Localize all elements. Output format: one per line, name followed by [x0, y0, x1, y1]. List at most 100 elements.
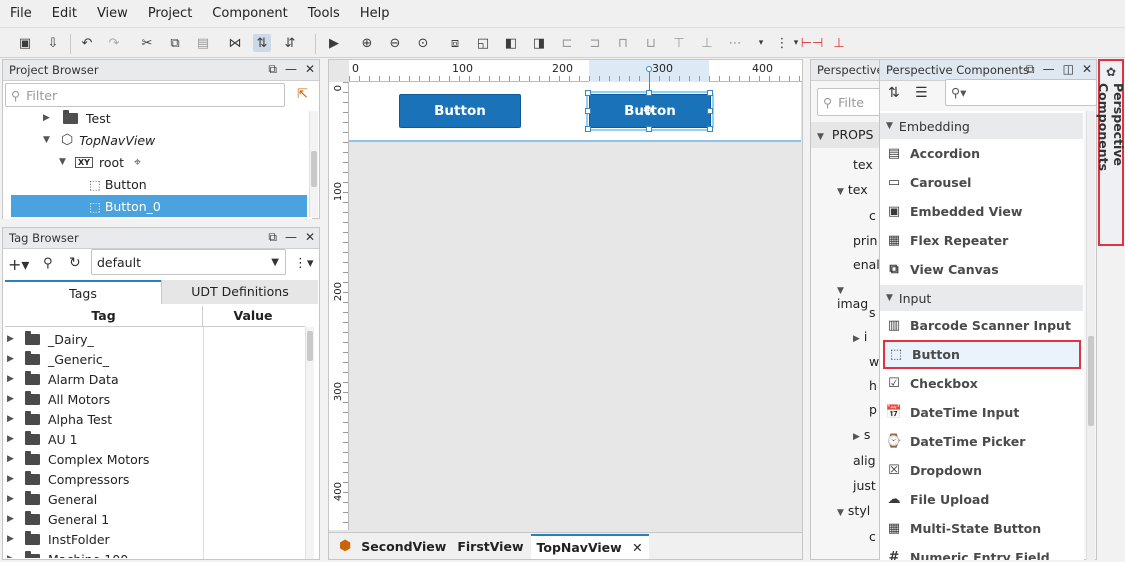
tree-node-button[interactable]: ⬚ Button — [89, 173, 147, 195]
resize-handle[interactable] — [707, 126, 713, 132]
zoom-fit-icon[interactable]: ⊙ — [414, 34, 432, 52]
group-icon[interactable]: ⧈ — [446, 34, 464, 52]
prop-row[interactable]: ▼ tex — [837, 182, 868, 197]
canvas-button[interactable]: Button — [399, 94, 521, 128]
prop-row[interactable]: tex — [853, 157, 873, 172]
undo-icon[interactable]: ↶ — [78, 34, 96, 52]
tree-node-button0-selected[interactable]: ⬚ Button_0 — [11, 195, 307, 217]
close-icon[interactable]: ✕ — [1082, 62, 1092, 77]
tag-row[interactable]: ▶ Complex Motors — [7, 448, 149, 470]
float-icon[interactable]: ⧉ — [268, 230, 277, 245]
chevron-right-icon[interactable]: ▶ — [7, 554, 19, 558]
float-icon[interactable]: ⧉ — [1026, 62, 1035, 77]
ungroup-icon[interactable]: ◱ — [474, 34, 492, 52]
resize-handle[interactable] — [707, 90, 713, 96]
scrollbar[interactable] — [309, 111, 318, 217]
zoom-out-icon[interactable]: ⊖ — [386, 34, 404, 52]
align-right-icon[interactable]: ⊓ — [614, 34, 632, 52]
category-embedding[interactable]: ▼ Embedding — [880, 113, 1083, 139]
cut-icon[interactable]: ✂ — [138, 34, 156, 52]
bring-front-icon[interactable]: ◧ — [502, 34, 520, 52]
zoom-in-icon[interactable]: ⊕ — [358, 34, 376, 52]
resize-handle[interactable] — [585, 90, 591, 96]
scrollbar-thumb[interactable] — [311, 151, 317, 187]
tag-row[interactable]: ▶ _Generic_ — [7, 348, 109, 370]
resize-handle[interactable] — [707, 108, 713, 114]
property-filter-input[interactable]: ⚲ Filte — [817, 88, 887, 116]
component-item-carousel[interactable]: ▭ Carousel — [883, 168, 1081, 197]
component-item-file-upload[interactable]: ☁ File Upload — [883, 485, 1081, 514]
tab-firstview[interactable]: FirstView — [457, 539, 523, 554]
scrollbar-thumb[interactable] — [1088, 336, 1094, 426]
close-icon[interactable]: ✕ — [305, 62, 315, 77]
scrollbar-thumb[interactable] — [307, 331, 313, 361]
category-input[interactable]: ▼ Input — [880, 285, 1083, 311]
prop-row[interactable]: ▶ s — [853, 427, 870, 442]
column-value[interactable]: Value — [203, 306, 303, 326]
prop-row[interactable]: just — [853, 478, 876, 493]
tree-node-root[interactable]: ▼ XY root ⌖ — [59, 151, 141, 173]
distribute-icon[interactable]: ⇅ — [253, 34, 271, 52]
tag-row[interactable]: ▶ Alpha Test — [7, 408, 112, 430]
prop-row[interactable]: w — [869, 354, 879, 369]
height-icon[interactable]: ⊥ — [830, 34, 848, 52]
menu-view[interactable]: View — [87, 6, 138, 21]
tag-row[interactable]: ▶ Machine 100 — [7, 548, 128, 558]
paste-icon[interactable]: ▤ — [194, 34, 212, 52]
save-icon[interactable]: ▣ — [16, 34, 34, 52]
tab-tags[interactable]: Tags — [5, 280, 161, 304]
more-icon[interactable]: ⋮▾ — [294, 256, 314, 271]
tag-row[interactable]: ▶ InstFolder — [7, 528, 110, 550]
target-icon[interactable]: ⌖ — [134, 154, 141, 170]
chevron-right-icon[interactable]: ▶ — [7, 534, 19, 544]
chevron-right-icon[interactable]: ▶ — [7, 514, 19, 524]
component-item-checkbox[interactable]: ☑ Checkbox — [883, 369, 1081, 398]
align-icon[interactable]: ⋈ — [226, 34, 244, 52]
minimize-icon[interactable]: — — [1043, 62, 1055, 77]
menu-project[interactable]: Project — [138, 6, 202, 21]
refresh-icon[interactable]: ↻ — [69, 255, 81, 271]
prop-row[interactable]: ▼ styl — [837, 503, 870, 518]
width-icon[interactable]: ⊢⊣ — [801, 34, 824, 52]
distribute-alt-icon[interactable]: ⇵ — [281, 34, 299, 52]
prop-row[interactable]: c — [869, 529, 876, 544]
component-item-datetime-input[interactable]: 📅 DateTime Input — [883, 398, 1081, 427]
component-item-embedded-view[interactable]: ▣ Embedded View — [883, 197, 1081, 226]
search-icon[interactable]: ⚲ — [43, 256, 53, 271]
component-item-view-canvas[interactable]: ⧉ View Canvas — [883, 255, 1081, 284]
list-view-icon[interactable]: ☰ — [915, 85, 928, 101]
column-tag[interactable]: Tag — [5, 306, 203, 326]
menu-component[interactable]: Component — [202, 6, 297, 21]
resize-handle[interactable] — [646, 90, 652, 96]
prop-row[interactable]: ▶ i — [853, 329, 867, 344]
component-item-datetime-picker[interactable]: ⌚ DateTime Picker — [883, 427, 1081, 456]
resize-handle[interactable] — [585, 108, 591, 114]
component-item-flex-repeater[interactable]: ▦ Flex Repeater — [883, 226, 1081, 255]
sort-icon[interactable]: ⇅ — [888, 85, 900, 101]
component-item-accordion[interactable]: ▤ Accordion — [883, 139, 1081, 168]
scrollbar[interactable] — [305, 327, 314, 559]
close-icon[interactable]: ✕ — [305, 230, 315, 245]
chevron-right-icon[interactable]: ▶ — [7, 434, 19, 444]
prop-row[interactable]: prin — [853, 233, 877, 248]
prop-row[interactable]: s — [869, 305, 876, 320]
minimize-icon[interactable]: — — [285, 230, 297, 245]
component-item-numeric-entry-field[interactable]: # Numeric Entry Field — [883, 543, 1081, 560]
play-icon[interactable]: ▶ — [325, 34, 343, 52]
tree-node-test[interactable]: ▶ Test — [43, 107, 111, 129]
component-search-input[interactable]: ⚲▾ — [945, 79, 1097, 106]
scrollbar[interactable] — [1086, 111, 1095, 560]
tag-row[interactable]: ▶ _Dairy_ — [7, 328, 94, 350]
align-center-icon[interactable]: ⊐ — [586, 34, 604, 52]
spacing-icon[interactable]: ⋯ — [726, 34, 744, 52]
chevron-right-icon[interactable]: ▶ — [7, 334, 19, 344]
prop-row[interactable]: enal — [853, 257, 880, 272]
component-item-dropdown[interactable]: ☒ Dropdown — [883, 456, 1081, 485]
align-left-icon[interactable]: ⊏ — [558, 34, 576, 52]
chevron-right-icon[interactable]: ▶ — [7, 394, 19, 404]
chevron-right-icon[interactable]: ▶ — [7, 474, 19, 484]
menu-file[interactable]: File — [0, 6, 42, 21]
chevron-right-icon[interactable]: ▶ — [7, 414, 19, 424]
tag-row[interactable]: ▶ AU 1 — [7, 428, 78, 450]
component-item-multi-state-button[interactable]: ▦ Multi-State Button — [883, 514, 1081, 543]
